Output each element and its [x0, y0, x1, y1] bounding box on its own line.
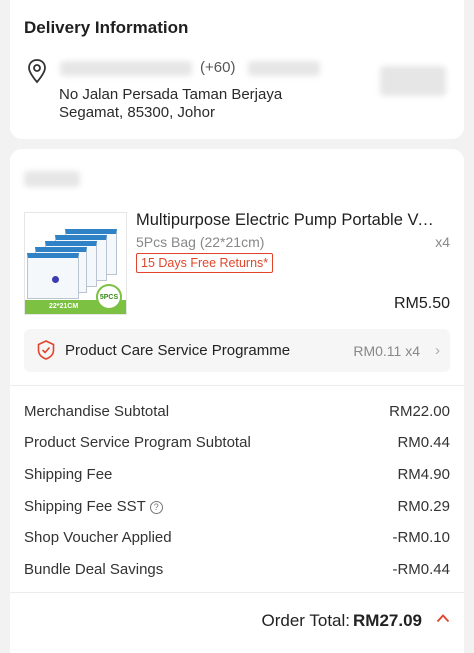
summary-value: RM4.90 [397, 466, 450, 483]
care-service-label: Product Care Service Programme [65, 342, 291, 359]
summary-row-shop-voucher: Shop Voucher Applied -RM0.10 [24, 529, 450, 549]
product-quantity: x4 [435, 234, 450, 250]
redacted-shop-name [24, 171, 80, 187]
summary-row-shipping-sst: Shipping Fee SST? RM0.29 [24, 498, 450, 518]
summary-row-merchandise-subtotal: Merchandise Subtotal RM22.00 [24, 403, 450, 423]
chevron-up-icon[interactable] [436, 613, 450, 623]
location-pin-icon [28, 59, 46, 84]
redacted-name [60, 61, 192, 76]
summary-value: -RM0.10 [392, 529, 450, 546]
redacted-phone [248, 61, 320, 76]
delivery-heading: Delivery Information [24, 18, 189, 37]
delivery-info-card[interactable]: Delivery Information (+60) No Jalan Pers… [10, 0, 464, 139]
summary-value: RM0.29 [397, 498, 450, 515]
product-title[interactable]: Multipurpose Electric Pump Portable Vacu… [136, 211, 440, 230]
summary-value: RM22.00 [389, 403, 450, 420]
care-service-price: RM0.11 x4 [353, 343, 420, 359]
address-line-1: No Jalan Persada Taman Berjaya [59, 86, 283, 103]
free-returns-tag: 15 Days Free Returns* [136, 253, 274, 273]
summary-label: Shipping Fee [24, 466, 113, 483]
summary-label: Merchandise Subtotal [24, 403, 170, 420]
order-total-label: Order Total: [261, 611, 351, 630]
order-card: 22*21CM 5PCS Multipurpose Electric Pump … [10, 149, 464, 653]
bag-graphic [27, 253, 79, 299]
order-total-value: RM27.09 [353, 611, 422, 630]
product-thumbnail[interactable]: 22*21CM 5PCS [24, 212, 127, 315]
divider [10, 592, 464, 593]
thumbnail-badge: 5PCS [96, 284, 122, 310]
address-phone: (+60) [200, 59, 236, 76]
divider [10, 385, 464, 386]
address-line-2: Segamat, 85300, Johor [59, 104, 215, 121]
summary-label: Shipping Fee SST? [24, 498, 163, 515]
info-icon[interactable]: ? [149, 501, 163, 514]
summary-label: Shop Voucher Applied [24, 529, 172, 546]
product-variant: 5Pcs Bag (22*21cm) [136, 234, 265, 250]
shield-check-icon [37, 340, 55, 360]
summary-row-bundle-savings: Bundle Deal Savings -RM0.44 [24, 561, 450, 581]
redacted-tag [380, 66, 446, 96]
order-total[interactable]: Order Total: RM27.09 [262, 611, 423, 631]
summary-value: RM0.44 [397, 434, 450, 451]
summary-row-service-subtotal: Product Service Program Subtotal RM0.44 [24, 434, 450, 454]
summary-label: Product Service Program Subtotal [24, 434, 251, 451]
summary-row-shipping-fee: Shipping Fee RM4.90 [24, 466, 450, 486]
product-price: RM5.50 [393, 295, 450, 312]
summary-value: -RM0.44 [392, 561, 450, 578]
product-care-row[interactable]: Product Care Service Programme RM0.11 x4… [24, 329, 450, 372]
chevron-right-icon: › [435, 342, 440, 359]
summary-label-text: Shipping Fee SST [24, 498, 146, 515]
summary-label: Bundle Deal Savings [24, 561, 164, 578]
